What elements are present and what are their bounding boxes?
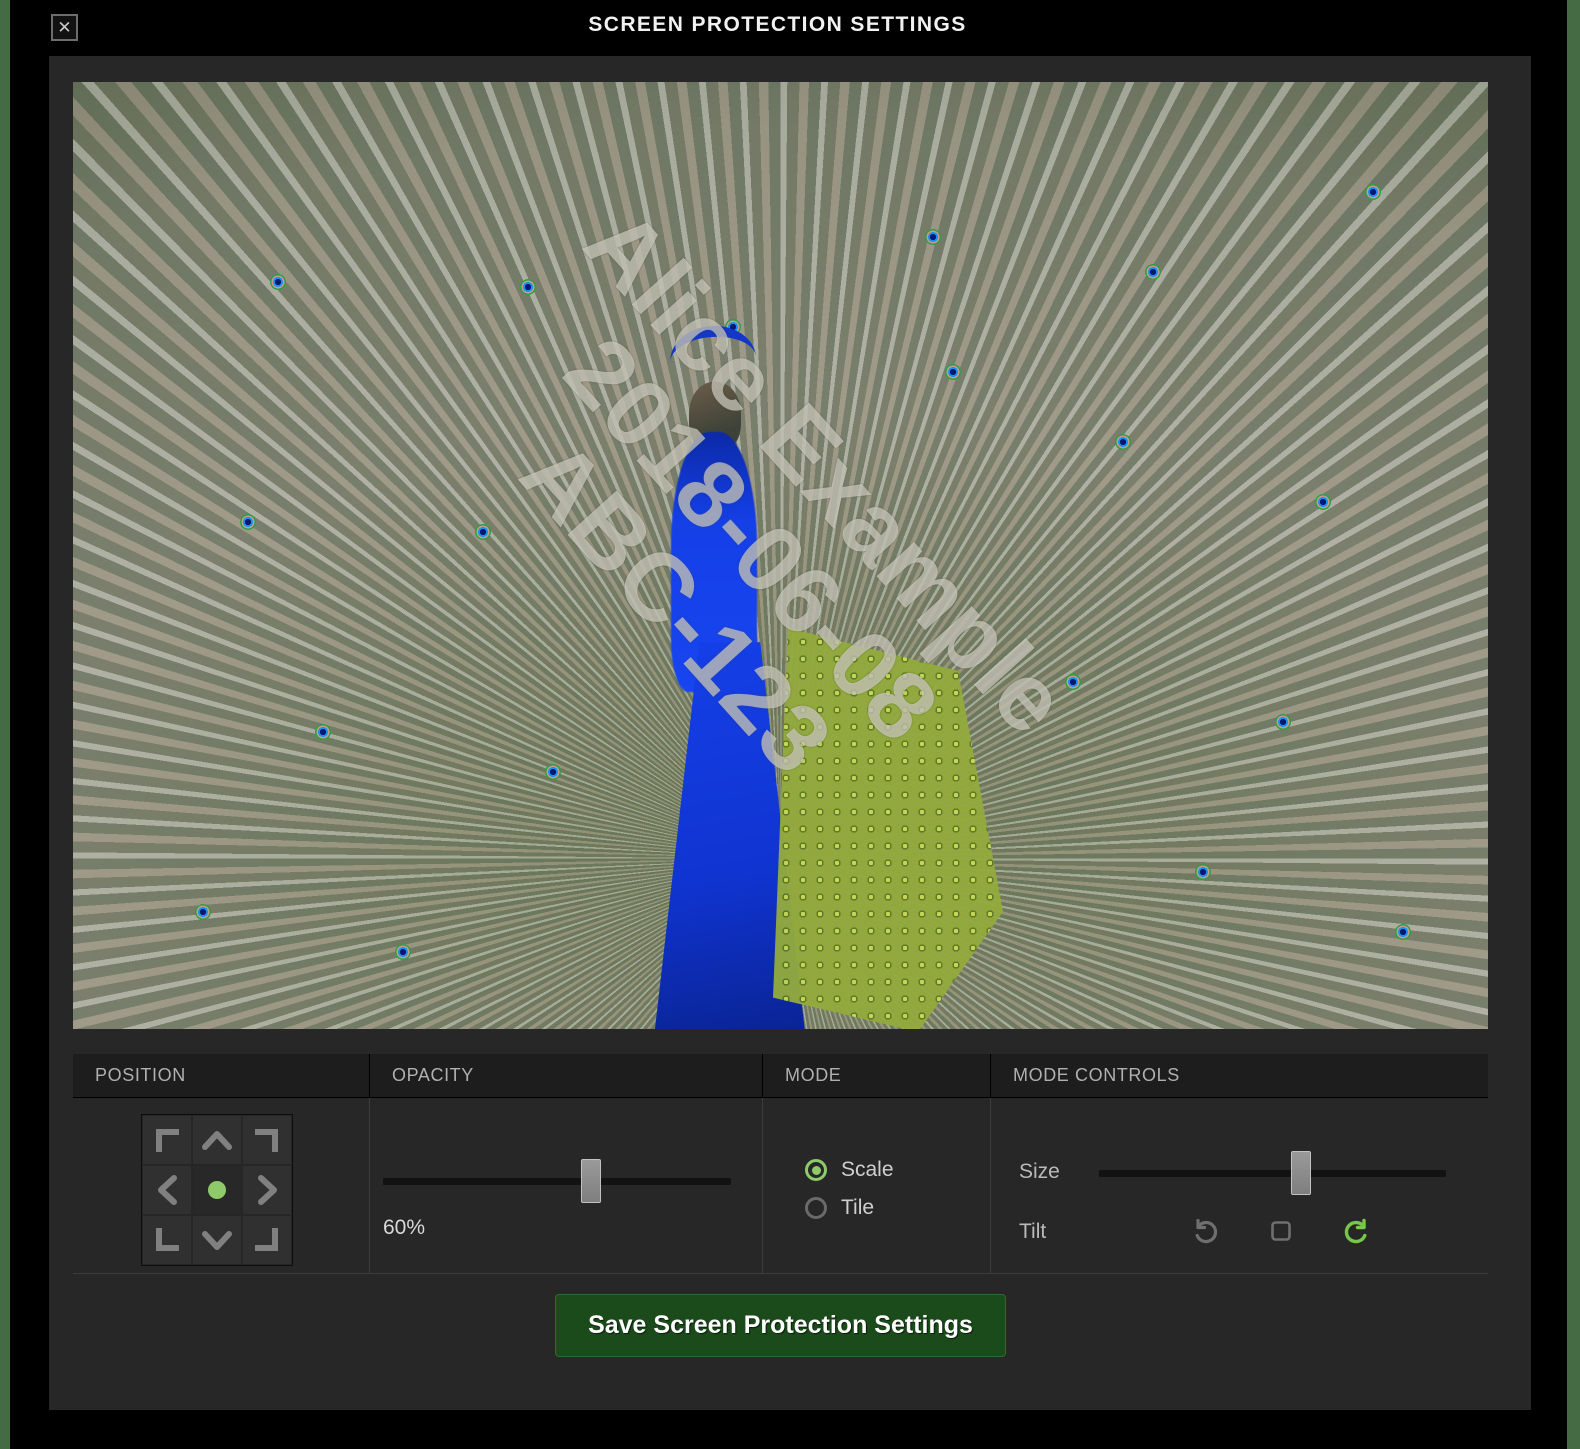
chevron-up-icon [202,1131,232,1150]
mode-controls-header: MODE CONTROLS [1013,1065,1180,1085]
size-slider-thumb[interactable] [1291,1151,1311,1195]
controls-header-row: POSITION OPACITY MODE MODE CONTROLS [73,1054,1488,1098]
mode-option-scale[interactable]: Scale [805,1158,894,1182]
opacity-slider-thumb[interactable] [581,1159,601,1203]
position-cell-top-center[interactable] [192,1115,242,1165]
mode-header: MODE [763,1054,991,1097]
mode-option-tile[interactable]: Tile [805,1196,894,1220]
opacity-section: 60% [370,1098,763,1274]
dot-icon [208,1181,226,1199]
page-title: SCREEN PROTECTION SETTINGS [588,13,967,36]
position-cell-center[interactable] [192,1165,242,1215]
rotate-ccw-icon[interactable] [1191,1216,1221,1246]
chevron-down-icon [202,1231,232,1250]
size-label: Size [1019,1160,1060,1183]
rotate-cw-icon[interactable] [1341,1216,1371,1246]
position-cell-top-left[interactable] [142,1115,192,1165]
controls-area: POSITION OPACITY MODE MODE CONTROLS 60% … [73,1054,1488,1274]
mode-section: Scale Tile [763,1098,991,1274]
settings-panel: Alice Example 2018-06-08 ABC-123 POSITIO… [49,56,1531,1410]
position-cell-bottom-right[interactable] [242,1215,292,1265]
position-cell-middle-left[interactable] [142,1165,192,1215]
footer-actions: Save Screen Protection Settings [73,1294,1488,1357]
size-slider-track[interactable] [1099,1170,1446,1177]
tilt-label: Tilt [1019,1220,1047,1243]
mode-option-tile-label: Tile [841,1196,875,1219]
opacity-value-label: 60% [383,1216,426,1239]
corner-top-right-icon [255,1129,278,1152]
size-slider[interactable] [1099,1148,1459,1198]
opacity-slider[interactable] [383,1156,733,1206]
square-icon[interactable] [1269,1219,1293,1243]
position-header: POSITION [73,1054,370,1097]
position-cell-top-right[interactable] [242,1115,292,1165]
corner-bottom-left-icon [156,1228,179,1251]
radio-unselected-icon [805,1197,827,1219]
position-cell-middle-right[interactable] [242,1165,292,1215]
radio-selected-icon [805,1159,827,1181]
mode-radio-group[interactable]: Scale Tile [805,1158,894,1234]
corner-top-left-icon [156,1129,179,1152]
tilt-button-group[interactable] [1191,1216,1371,1246]
corner-bottom-right-icon [255,1228,278,1251]
mode-controls-section: Size Tilt [991,1098,1488,1274]
position-cell-bottom-center[interactable] [192,1215,242,1265]
chevron-left-icon [158,1175,177,1205]
watermark-preview[interactable]: Alice Example 2018-06-08 ABC-123 [73,82,1488,1029]
modal-titlebar: ✕ SCREEN PROTECTION SETTINGS [10,0,1567,56]
controls-body-row: 60% Scale Tile Size Tilt [73,1098,1488,1274]
opacity-header: OPACITY [370,1054,763,1097]
mode-option-scale-label: Scale [841,1158,894,1181]
position-section [73,1098,370,1274]
position-grid[interactable] [141,1114,293,1266]
chevron-right-icon [258,1175,277,1205]
save-button[interactable]: Save Screen Protection Settings [555,1294,1006,1357]
opacity-slider-track[interactable] [383,1178,731,1185]
position-cell-bottom-left[interactable] [142,1215,192,1265]
